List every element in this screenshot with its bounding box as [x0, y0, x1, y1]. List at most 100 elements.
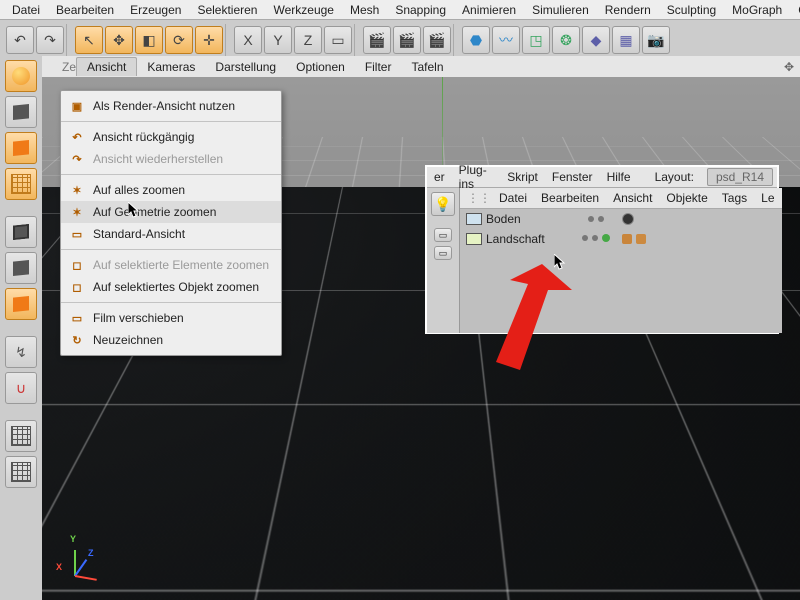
menu-charak[interactable]: Charak: [790, 2, 800, 18]
grip-icon[interactable]: ⋮⋮: [460, 190, 492, 206]
menu-erzeugen[interactable]: Erzeugen: [122, 2, 189, 18]
rotate-tool-button[interactable]: ⟳: [165, 26, 193, 54]
menu-snapping[interactable]: Snapping: [387, 2, 454, 18]
std-icon: ▭: [69, 226, 85, 242]
dd-item-selel: ◻Auf selektierte Elemente zoomen: [61, 254, 281, 276]
edge-mode-button[interactable]: [5, 252, 37, 284]
visibility-dots[interactable]: [576, 216, 616, 222]
snap-button[interactable]: ∪: [5, 372, 37, 404]
add-primitive-button[interactable]: ⬣: [462, 26, 490, 54]
panel-top-menubar: er Plug-ins Skript Fenster Hilfe Layout:…: [427, 167, 777, 188]
material-tag-icon[interactable]: [622, 213, 634, 225]
model-mode-button[interactable]: [5, 60, 37, 92]
dd-item-label: Auf Geometrie zoomen: [93, 205, 216, 219]
dd-item-geo[interactable]: ✶ Auf Geometrie zoomen: [61, 201, 281, 223]
dd-item-undo[interactable]: ↶Ansicht rückgängig: [61, 126, 281, 148]
object-tags[interactable]: [616, 213, 782, 225]
om-menu-ansicht[interactable]: Ansicht: [606, 190, 659, 206]
lock-y-button[interactable]: Y: [264, 26, 292, 54]
add-camera-button[interactable]: 📷: [642, 26, 670, 54]
light-icon[interactable]: 💡: [431, 192, 455, 216]
visibility-dots[interactable]: [576, 235, 616, 243]
coord-system-button[interactable]: ▭: [324, 26, 352, 54]
tree-row-landschaft[interactable]: Landschaft: [460, 229, 782, 249]
tree-row-boden[interactable]: Boden: [460, 209, 782, 229]
scale-tool-button[interactable]: ◧: [135, 26, 163, 54]
move-tool-button[interactable]: ✥: [105, 26, 133, 54]
add-nurbs-button[interactable]: ❂: [552, 26, 580, 54]
gizmo-x-label: X: [56, 562, 62, 572]
workplane-xz-button[interactable]: [5, 456, 37, 488]
dd-item-render[interactable]: ▣Als Render-Ansicht nutzen: [61, 95, 281, 117]
dd-item-selobj[interactable]: ◻Auf selektiertes Objekt zoomen: [61, 276, 281, 298]
om-menu-tags[interactable]: Tags: [715, 190, 754, 206]
poly-mode-button[interactable]: [5, 288, 37, 320]
geo-icon: ✶: [69, 204, 85, 220]
phong-tag-icon[interactable]: [622, 234, 632, 244]
menu-simulieren[interactable]: Simulieren: [524, 2, 597, 18]
menu-rendern[interactable]: Rendern: [597, 2, 659, 18]
panel-menu-trunc[interactable]: er: [427, 169, 452, 185]
add-generator-button[interactable]: ◳: [522, 26, 550, 54]
dd-item-redraw[interactable]: ↻Neuzeichnen: [61, 329, 281, 351]
object-manager-panel[interactable]: er Plug-ins Skript Fenster Hilfe Layout:…: [425, 165, 779, 334]
menu-sculpting[interactable]: Sculpting: [659, 2, 724, 18]
phong-tag-icon[interactable]: [636, 234, 646, 244]
dd-item-film[interactable]: ▭Film verschieben: [61, 307, 281, 329]
om-menu-trunc[interactable]: Le: [754, 190, 781, 206]
menu-werkzeuge[interactable]: Werkzeuge: [265, 2, 341, 18]
panel-menu-skript[interactable]: Skript: [500, 169, 545, 185]
add-environment-button[interactable]: ▦: [612, 26, 640, 54]
menu-selektieren[interactable]: Selektieren: [189, 2, 265, 18]
redo-button[interactable]: ↷: [36, 26, 64, 54]
dd-item-label: Standard-Ansicht: [93, 227, 185, 241]
render-settings-button[interactable]: 🎬: [423, 26, 451, 54]
lock-z-button[interactable]: Z: [294, 26, 322, 54]
vp-menu-filter[interactable]: Filter: [355, 58, 402, 76]
om-menu-bearbeiten[interactable]: Bearbeiten: [534, 190, 606, 206]
viewport-nav-icon[interactable]: ✥: [778, 60, 800, 74]
lock-x-button[interactable]: X: [234, 26, 262, 54]
object-mode-button[interactable]: [5, 96, 37, 128]
undo-button[interactable]: ↶: [6, 26, 34, 54]
panel-small-icon-1[interactable]: ▭: [434, 228, 452, 242]
menu-datei[interactable]: Datei: [4, 2, 48, 18]
add-spline-button[interactable]: 〰: [492, 26, 520, 54]
workplane-button[interactable]: [5, 168, 37, 200]
add-deformer-button[interactable]: ◆: [582, 26, 610, 54]
render-view-button[interactable]: 🎬: [363, 26, 391, 54]
transform-tool-button[interactable]: ✛: [195, 26, 223, 54]
panel-menu-fenster[interactable]: Fenster: [545, 169, 600, 185]
globe-icon: [12, 67, 30, 85]
layout-selector[interactable]: psd_R14: [707, 168, 773, 186]
dd-item-label: Auf selektierte Elemente zoomen: [93, 258, 269, 272]
dd-item-all[interactable]: ✶Auf alles zoomen: [61, 179, 281, 201]
ansicht-dropdown: ▣Als Render-Ansicht nutzen ↶Ansicht rückg…: [60, 90, 282, 356]
render-region-button[interactable]: 🎬: [393, 26, 421, 54]
om-menu-datei[interactable]: Datei: [492, 190, 534, 206]
grid-icon: [11, 174, 31, 194]
point-mode-button[interactable]: [5, 216, 37, 248]
dd-item-std[interactable]: ▭ Standard-Ansicht: [61, 223, 281, 245]
texture-mode-button[interactable]: [5, 132, 37, 164]
om-menu-objekte[interactable]: Objekte: [659, 190, 714, 206]
panel-small-icon-2[interactable]: ▭: [434, 246, 452, 260]
vp-menu-tafeln[interactable]: Tafeln: [401, 58, 453, 76]
dd-item-label: Ansicht rückgängig: [93, 130, 194, 144]
gizmo-y-label: Y: [70, 534, 76, 544]
menu-mesh[interactable]: Mesh: [342, 2, 387, 18]
menu-bearbeiten[interactable]: Bearbeiten: [48, 2, 122, 18]
select-tool-button[interactable]: ↖: [75, 26, 103, 54]
panel-menu-hilfe[interactable]: Hilfe: [600, 169, 638, 185]
axis-button[interactable]: ↯: [5, 336, 37, 368]
vp-menu-kameras[interactable]: Kameras: [137, 58, 205, 76]
menu-animieren[interactable]: Animieren: [454, 2, 524, 18]
vp-menu-optionen[interactable]: Optionen: [286, 58, 355, 76]
workplane-xy-button[interactable]: [5, 420, 37, 452]
object-tags[interactable]: [616, 234, 782, 244]
vp-menu-ansicht[interactable]: Ansicht: [76, 57, 137, 76]
vp-menu-darstellung[interactable]: Darstellung: [205, 58, 286, 76]
menu-mograph[interactable]: MoGraph: [724, 2, 790, 18]
gizmo-x-axis: [75, 575, 97, 581]
object-tree[interactable]: BodenLandschaft: [460, 209, 782, 333]
